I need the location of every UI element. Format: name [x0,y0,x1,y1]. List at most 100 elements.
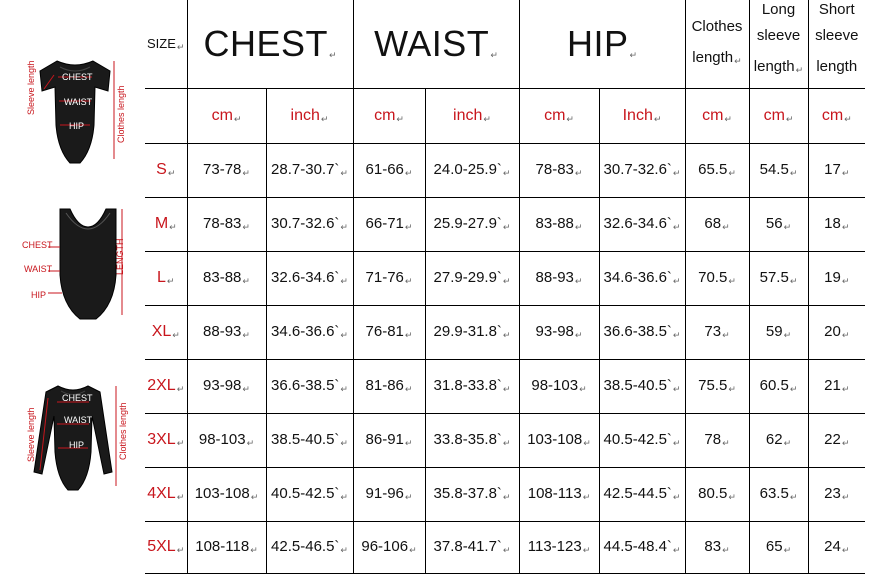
table-cell: 17↵ [807,142,865,198]
table-cell: 65↵ [748,520,809,574]
clothes-length-label: Clothes length [118,402,128,460]
cell-value: 108-113 [527,485,582,502]
table-cell: 78-83↵ [186,196,267,252]
cell-value: 19 [824,269,841,286]
table-cell: 24↵ [807,520,865,574]
table-row: 2XL↵ 93-98↵ 36.6-38.5`↵ 81-86↵ 31.8-33.8`↵ 98… [145,358,865,414]
cell-value: 33.8-35.8` [433,431,502,448]
table-cell: 19↵ [807,250,865,306]
table-cell: 31.8-33.8`↵ [424,358,520,414]
cell-value: 63.5 [759,485,789,502]
waist-label: WAIST [64,97,93,107]
table-cell: 63.5↵ [748,466,809,522]
table-row: XL↵ 88-93↵ 34.6-36.6`↵ 76-81↵ 29.9-31.8`↵ 93-… [145,304,865,360]
cell-value: 65 [765,538,783,555]
table-cell: 83-88↵ [186,250,267,306]
chest-label: CHEST [22,240,53,250]
cell-value: 66-71 [365,215,404,232]
cell-value: 35.8-37.8` [433,485,502,502]
cell-value: 88-93 [203,323,242,340]
table-cell: 42.5-44.5`↵ [598,466,686,522]
unit-cell: cm↵ [352,87,426,144]
size-label: 2XL [147,377,176,394]
cell-value: 27.9-29.9` [433,269,502,286]
cell-value: 36.6-38.5` [603,323,672,340]
size-header: SIZE [147,35,176,51]
size-chart-table: SIZE↵ CHEST↵ WAIST↵ HIP↵ Clothes length↵… [145,0,865,574]
table-cell: 66-71↵ [352,196,426,252]
table-cell: 88-93↵ [186,304,267,360]
table-row: 4XL↵ 103-108↵ 40.5-42.5`↵ 91-96↵ 35.8-37.8`↵… [145,466,865,522]
table-cell: 21↵ [807,358,865,414]
table-cell: 20↵ [807,304,865,360]
long-sleeve-header-2: sleeve [756,27,801,44]
table-cell: 98-103↵ [518,358,600,414]
size-label: 4XL [147,485,176,502]
table-cell: 103-108↵ [186,466,267,522]
cell-value: 98-103 [198,431,246,448]
cell-value: 17 [824,161,841,178]
cell-value: 93-98 [203,377,242,394]
table-cell: 32.6-34.6`↵ [265,250,354,306]
table-cell: 22↵ [807,412,865,468]
cell-value: 60.5 [759,377,789,394]
table-cell: 83↵ [684,520,750,574]
table-row: 5XL↵ 108-118↵ 42.5-46.5`↵ 96-106↵ 37.8-41.7`… [145,520,865,574]
cell-value: 103-108 [527,431,583,448]
cell-value: 29.9-31.8` [433,323,502,340]
unit-cell: cm↵ [518,87,600,144]
table-cell: 24.0-25.9`↵ [424,142,520,198]
unit-cell: inch↵ [424,87,520,144]
cell-value: 38.5-40.5` [271,431,340,448]
cell-value: 25.9-27.9` [433,215,502,232]
size-header-cell: SIZE↵ [145,0,188,89]
table-cell: 70.5↵ [684,250,750,306]
table-cell: 86-91↵ [352,412,426,468]
table-cell: 62↵ [748,412,809,468]
table-cell: 38.5-40.5`↵ [265,412,354,468]
table-cell: 44.5-48.4`↵ [598,520,686,574]
unit-cell: cm↵ [186,87,267,144]
unit-cell: cm↵ [807,87,865,144]
cell-value: 38.5-40.5` [603,377,672,394]
table-cell: 36.6-38.5`↵ [265,358,354,414]
table-cell: 60.5↵ [748,358,809,414]
cell-value: 34.6-36.6` [603,269,672,286]
table-cell: 40.5-42.5`↵ [598,412,686,468]
table-cell: 59↵ [748,304,809,360]
table-cell: 18↵ [807,196,865,252]
long-sleeve-header-cell: Long sleeve length↵ [748,0,809,89]
size-cell: 3XL↵ [145,412,188,468]
table-cell: 73-78↵ [186,142,267,198]
cell-value: 42.5-44.5` [603,485,672,502]
cell-value: 113-123 [527,538,582,555]
table-cell: 23↵ [807,466,865,522]
cell-value: 71-76 [365,269,404,286]
cell-value: 24 [824,538,841,555]
hip-label: HIP [31,290,47,300]
hip-header: HIP [566,22,629,64]
table-cell: 40.5-42.5`↵ [265,466,354,522]
cell-value: 28.7-30.7` [271,161,340,178]
clothes-length-header-2: length [692,48,734,66]
waist-label: WAIST [64,415,93,425]
cell-value: 78-83 [535,161,574,178]
table-cell: 83-88↵ [518,196,600,252]
table-cell: 34.6-36.6`↵ [598,250,686,306]
short-sleeve-header-1: Short [818,1,855,18]
size-label: L [157,269,166,286]
clothes-length-label: Clothes length [116,85,126,143]
cell-value: 108-118 [195,538,250,555]
table-cell: 38.5-40.5`↵ [598,358,686,414]
table-cell: 113-123↵ [518,520,600,574]
cell-value: 44.5-48.4` [603,538,672,555]
cell-value: 54.5 [759,161,789,178]
size-label: 3XL [147,431,176,448]
cell-value: 56 [765,215,783,232]
cell-value: 93-98 [535,323,574,340]
cell-value: 88-93 [535,269,574,286]
figure-column: Sleeve length Clothes length CHEST WAIST… [0,0,145,572]
table-cell: 88-93↵ [518,250,600,306]
cell-value: 30.7-32.6` [603,161,672,178]
waist-label: WAIST [24,264,53,274]
